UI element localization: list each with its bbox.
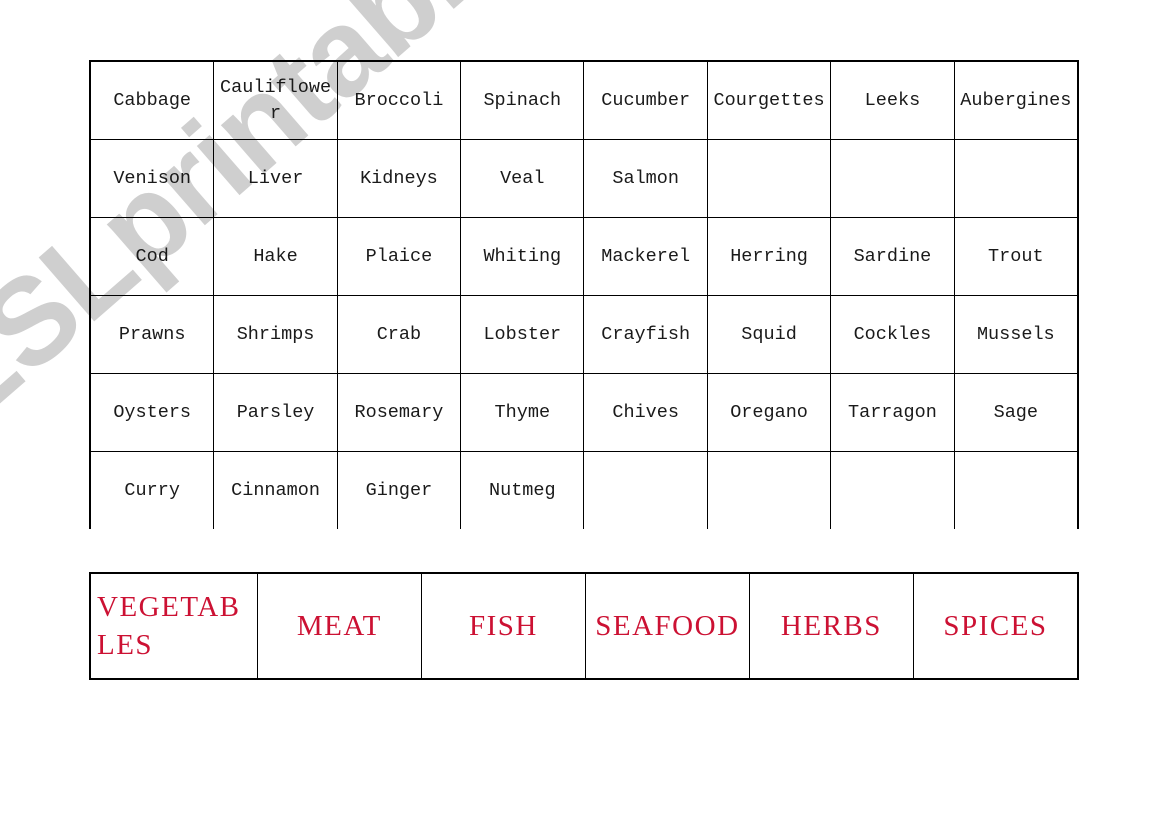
word-cell[interactable]: Cod [89, 217, 215, 296]
word-cell[interactable]: Mackerel [583, 217, 708, 296]
word-cell[interactable]: Cockles [830, 295, 955, 374]
word-cell[interactable]: Oysters [89, 373, 215, 452]
word-cell[interactable]: Mussels [953, 295, 1079, 374]
word-cell[interactable]: Curry [89, 451, 215, 529]
word-cell[interactable]: Cinnamon [213, 451, 338, 529]
word-table-row: Prawns Shrimps Crab Lobster Crayfish Squid Coc… [89, 295, 1079, 374]
word-cell[interactable]: Sage [953, 373, 1079, 452]
category-cell[interactable]: MEAT [256, 572, 422, 680]
word-cell[interactable]: Ginger [336, 451, 462, 529]
vocabulary-word-grid: Cabbage Cauliflower Broccoli Spinach Cucumbe… [89, 60, 1079, 529]
word-cell[interactable]: Cucumber [583, 60, 708, 140]
category-table: VEGETABLES MEAT FISH SEAFOOD HERBS SPICES [88, 572, 1079, 680]
word-table-row: Cabbage Cauliflower Broccoli Spinach Cucumbe… [89, 60, 1079, 140]
category-cell[interactable]: SPICES [912, 572, 1079, 680]
category-cell[interactable]: FISH [420, 572, 586, 680]
word-cell[interactable]: Herring [706, 217, 832, 296]
category-cell[interactable]: SEAFOOD [584, 572, 750, 680]
word-cell[interactable]: Trout [953, 217, 1079, 296]
word-cell-empty[interactable] [583, 451, 708, 529]
worksheet-page: ESLprintables.com Cabbage Cauliflower Broc… [0, 0, 1169, 821]
word-cell[interactable]: Prawns [89, 295, 215, 374]
word-cell-empty[interactable] [953, 451, 1079, 529]
word-cell[interactable]: Spinach [460, 60, 585, 140]
word-cell[interactable]: Crab [336, 295, 462, 374]
word-table-row: Oysters Parsley Rosemary Thyme Chives Oregano… [89, 373, 1079, 452]
word-cell[interactable]: Chives [583, 373, 708, 452]
word-cell-empty[interactable] [953, 139, 1079, 218]
word-cell[interactable]: Parsley [213, 373, 338, 452]
word-cell[interactable]: Liver [213, 139, 338, 218]
word-table-row: Cod Hake Plaice Whiting Mackerel Herring Sardi… [89, 217, 1079, 296]
word-cell[interactable]: Cabbage [89, 60, 215, 140]
category-cell[interactable]: HERBS [748, 572, 914, 680]
word-cell[interactable]: Broccoli [336, 60, 462, 140]
word-cell[interactable]: Kidneys [336, 139, 462, 218]
word-table-row: Curry Cinnamon Ginger Nutmeg [89, 451, 1079, 529]
word-cell[interactable]: Plaice [336, 217, 462, 296]
word-cell[interactable]: Sardine [830, 217, 955, 296]
word-cell[interactable]: Hake [213, 217, 338, 296]
word-cell[interactable]: Lobster [460, 295, 585, 374]
word-cell-empty[interactable] [830, 451, 955, 529]
word-cell-empty[interactable] [706, 451, 832, 529]
word-cell[interactable]: Courgettes [706, 60, 832, 140]
category-table-row: VEGETABLES MEAT FISH SEAFOOD HERBS SPICES [88, 572, 1079, 680]
word-cell[interactable]: Leeks [830, 60, 955, 140]
word-cell[interactable]: Cauliflower [213, 60, 338, 140]
category-cell[interactable]: VEGETABLES [88, 572, 258, 680]
word-cell[interactable]: Oregano [706, 373, 832, 452]
word-cell[interactable]: Venison [89, 139, 215, 218]
word-cell[interactable]: Rosemary [336, 373, 462, 452]
word-cell[interactable]: Tarragon [830, 373, 955, 452]
category-table-body: VEGETABLES MEAT FISH SEAFOOD HERBS SPICES [88, 572, 1079, 680]
word-cell-empty[interactable] [706, 139, 832, 218]
word-cell[interactable]: Veal [460, 139, 585, 218]
word-table-body: Cabbage Cauliflower Broccoli Spinach Cucumbe… [89, 60, 1079, 529]
word-cell[interactable]: Aubergines [953, 60, 1079, 140]
category-label-grid: VEGETABLES MEAT FISH SEAFOOD HERBS SPICES [88, 572, 1079, 680]
word-cell[interactable]: Shrimps [213, 295, 338, 374]
word-cell-empty[interactable] [830, 139, 955, 218]
word-cell[interactable]: Crayfish [583, 295, 708, 374]
word-cell[interactable]: Whiting [460, 217, 585, 296]
word-cell[interactable]: Thyme [460, 373, 585, 452]
word-table-row: Venison Liver Kidneys Veal Salmon [89, 139, 1079, 218]
word-table: Cabbage Cauliflower Broccoli Spinach Cucumbe… [89, 60, 1079, 529]
word-cell[interactable]: Salmon [583, 139, 708, 218]
word-cell[interactable]: Squid [706, 295, 832, 374]
word-cell[interactable]: Nutmeg [460, 451, 585, 529]
